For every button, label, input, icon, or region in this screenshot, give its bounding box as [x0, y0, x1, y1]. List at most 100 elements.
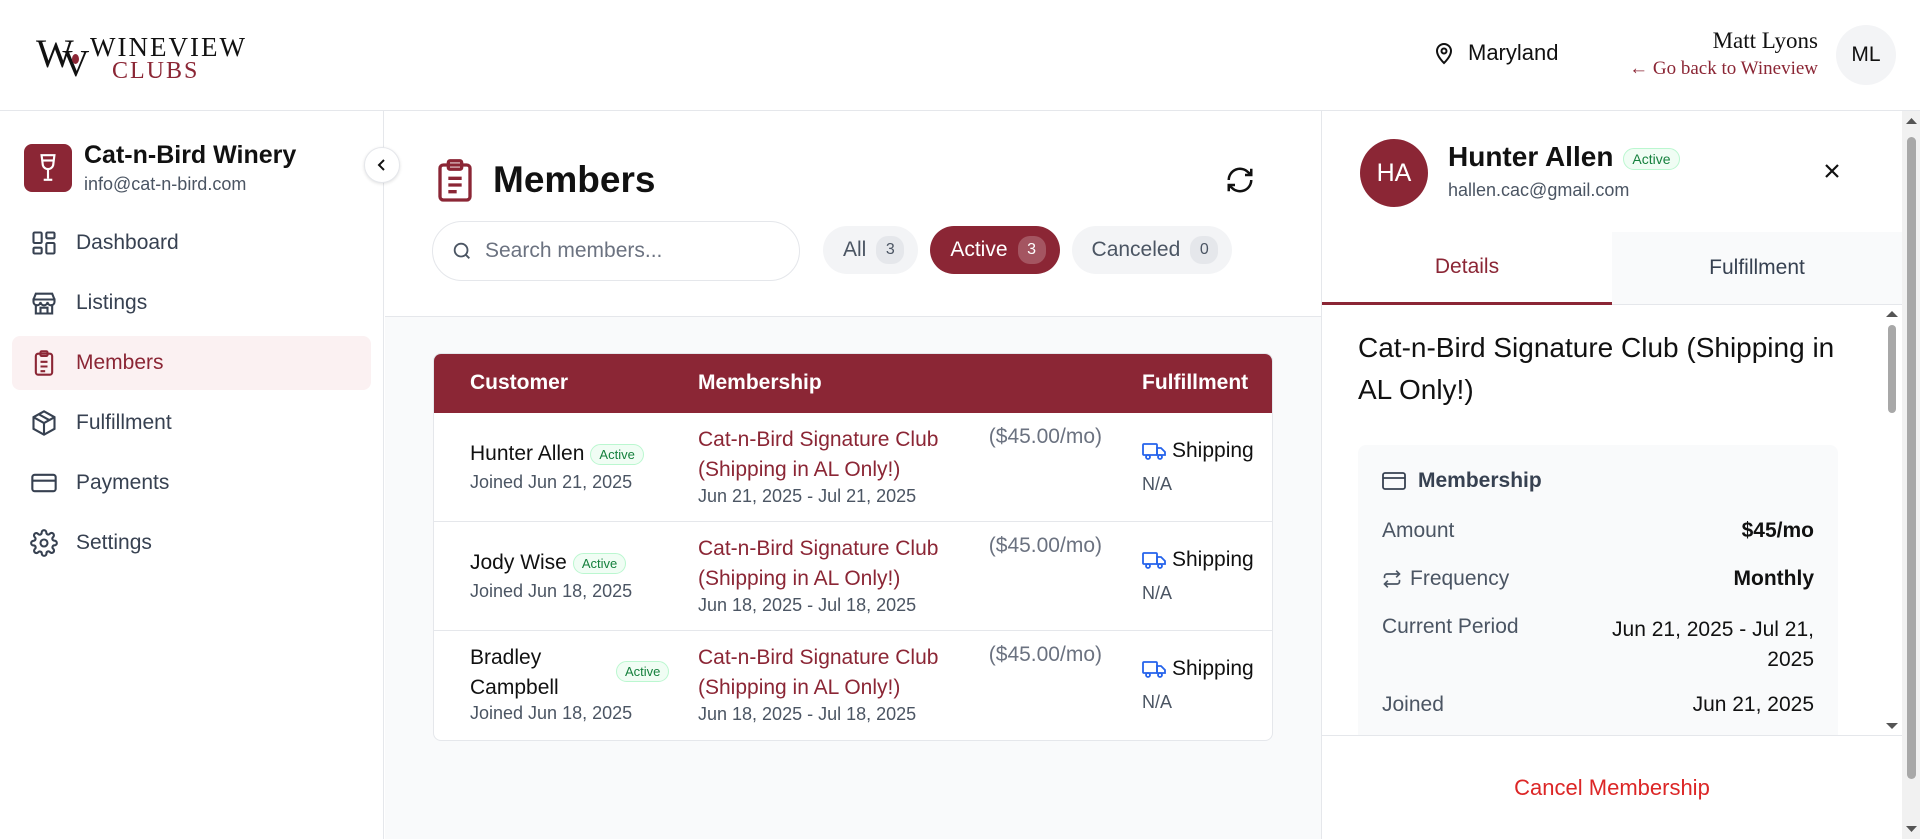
membership-card-title: Membership [1382, 469, 1542, 493]
sidebar-item-settings[interactable]: Settings [12, 516, 371, 570]
sidebar-item-fulfillment[interactable]: Fulfillment [12, 396, 371, 450]
customer-name: Hunter Allen Active [470, 442, 644, 466]
truck-icon [1142, 661, 1166, 678]
fulfillment-detail: N/A [1142, 474, 1173, 494]
filter-active[interactable]: Active 3 [930, 226, 1060, 274]
detail-body: Cat-n-Bird Signature Club (Shipping in A… [1322, 305, 1882, 735]
clipboard-icon [34, 350, 54, 376]
sidebar-item-label: Listings [76, 291, 148, 314]
search-input[interactable] [485, 239, 785, 263]
frequency-label-text: Frequency [1410, 567, 1510, 590]
chevron-left-icon [377, 159, 385, 171]
close-icon[interactable] [1820, 159, 1844, 183]
status-badge: Active [590, 443, 644, 465]
credit-card-icon [1382, 472, 1406, 490]
filter-label: Active [950, 238, 1008, 261]
truck-icon [1142, 443, 1166, 460]
member-detail-panel: HA Hunter Allen Active hallen.cac@gmail.c… [1321, 111, 1920, 839]
sidebar-item-payments[interactable]: Payments [12, 456, 371, 510]
user-avatar[interactable]: ML [1836, 25, 1896, 85]
status-filters: All 3 Active 3 Canceled 0 [823, 226, 1233, 274]
user-name: Matt Lyons [1712, 28, 1818, 53]
members-table: Customer Membership Fulfillment Hunter A… [433, 353, 1273, 741]
wine-glass-icon [24, 144, 72, 192]
member-name: Hunter Allen [1448, 141, 1614, 172]
tab-fulfillment[interactable]: Fulfillment [1612, 232, 1902, 305]
main-content: Members All 3 Active 3 Canceled 0 Custom… [385, 111, 1321, 839]
filter-all[interactable]: All 3 [823, 226, 919, 274]
amount-value: $45/mo [1741, 519, 1814, 542]
sidebar-item-label: Members [76, 351, 164, 374]
frequency-label: Frequency [1382, 567, 1509, 591]
table-header: Customer Membership Fulfillment [434, 354, 1272, 413]
collapse-sidebar-button[interactable] [364, 147, 400, 183]
status-badge: Active [572, 552, 627, 574]
location-label: Maryland [1468, 40, 1559, 65]
period-label: Current Period [1382, 615, 1519, 638]
fulfillment-detail: N/A [1142, 692, 1173, 712]
table-row[interactable]: Hunter Allen Active Joined Jun 21, 2025 C… [434, 413, 1272, 522]
store-icon [32, 292, 56, 315]
table-row[interactable]: Bradley Campbell Active Joined Jun 18, 2… [434, 631, 1272, 740]
customer-name: Jody Wise Active [470, 551, 627, 575]
sidebar-item-label: Fulfillment [76, 411, 172, 434]
filter-count: 3 [876, 236, 905, 264]
customer-name: Bradley Campbell [470, 646, 559, 699]
filter-label: All [843, 238, 867, 261]
sidebar-item-label: Payments [76, 471, 170, 494]
filter-count: 3 [1017, 236, 1046, 264]
map-pin-icon [1435, 43, 1453, 65]
refresh-icon[interactable] [1225, 165, 1255, 195]
table-row[interactable]: Jody Wise Active Joined Jun 18, 2025 Cat-… [434, 522, 1272, 631]
membership-link[interactable]: Cat-n-Bird Signature Club (Shipping in A… [698, 643, 968, 703]
user-info: Matt Lyons ← Go back to Wineview [1629, 28, 1818, 80]
column-header-customer[interactable]: Customer [470, 371, 568, 395]
fulfillment-method: Shipping [1142, 439, 1254, 463]
filter-canceled[interactable]: Canceled 0 [1071, 226, 1233, 274]
sidebar-item-listings[interactable]: Listings [12, 276, 371, 330]
member-avatar: HA [1360, 139, 1428, 207]
location-selector[interactable]: Maryland [1432, 40, 1558, 66]
page-scrollbar[interactable] [1902, 111, 1920, 839]
sidebar-nav: Dashboard Listings Members Fulfillment P… [12, 216, 371, 576]
fulfillment-detail: N/A [1142, 583, 1173, 603]
sidebar-item-label: Settings [76, 531, 152, 554]
cancel-membership-button[interactable]: Cancel Membership [1514, 775, 1710, 801]
membership-price: ($45.00/mo) [988, 425, 1102, 448]
tab-details[interactable]: Details [1322, 232, 1612, 305]
back-to-wineview-link[interactable]: ← Go back to Wineview [1629, 58, 1818, 80]
detail-scrollbar[interactable] [1882, 305, 1902, 735]
membership-link[interactable]: Cat-n-Bird Signature Club (Shipping in A… [698, 534, 968, 594]
sidebar-item-label: Dashboard [76, 231, 179, 254]
period-value: Jun 21, 2025 - Jul 21, 2025 [1612, 618, 1814, 671]
sidebar-item-members[interactable]: Members [12, 336, 371, 390]
fulfillment-method: Shipping [1142, 548, 1254, 572]
truck-icon [1142, 552, 1166, 569]
status-badge: Active [1623, 147, 1680, 170]
org-name: Cat-n-Bird Winery [84, 141, 297, 169]
customer-name-text: Hunter Allen [470, 442, 585, 465]
column-header-fulfillment[interactable]: Fulfillment [1142, 371, 1248, 395]
club-name: Cat-n-Bird Signature Club (Shipping in A… [1358, 332, 1835, 405]
search-box[interactable] [432, 221, 800, 281]
frequency-value: Monthly [1733, 567, 1814, 590]
gear-icon [30, 529, 58, 557]
customer-name-text: Jody Wise [470, 551, 567, 574]
filter-count: 0 [1190, 236, 1219, 264]
sidebar-item-dashboard[interactable]: Dashboard [12, 216, 371, 270]
fulfillment-label: Shipping [1172, 657, 1254, 680]
filter-label: Canceled [1091, 238, 1181, 261]
membership-card: Membership Amount $45/mo Frequency Month… [1358, 445, 1838, 735]
package-icon [32, 410, 56, 436]
membership-period: Jun 18, 2025 - Jul 18, 2025 [698, 595, 917, 615]
status-badge: Active [616, 661, 670, 682]
membership-link[interactable]: Cat-n-Bird Signature Club (Shipping in A… [698, 425, 968, 485]
wineview-clubs-logo[interactable]: WV WINEVIEW CLUBS [36, 34, 247, 85]
fulfillment-label: Shipping [1172, 439, 1254, 462]
member-detail-header: HA Hunter Allen Active hallen.cac@gmail.c… [1322, 111, 1902, 232]
joined-date: Joined Jun 18, 2025 [470, 581, 633, 601]
column-header-membership[interactable]: Membership [698, 371, 822, 395]
org-email: info@cat-n-bird.com [84, 174, 247, 194]
joined-date: Joined Jun 18, 2025 [470, 703, 633, 723]
membership-period: Jun 21, 2025 - Jul 21, 2025 [698, 486, 917, 506]
